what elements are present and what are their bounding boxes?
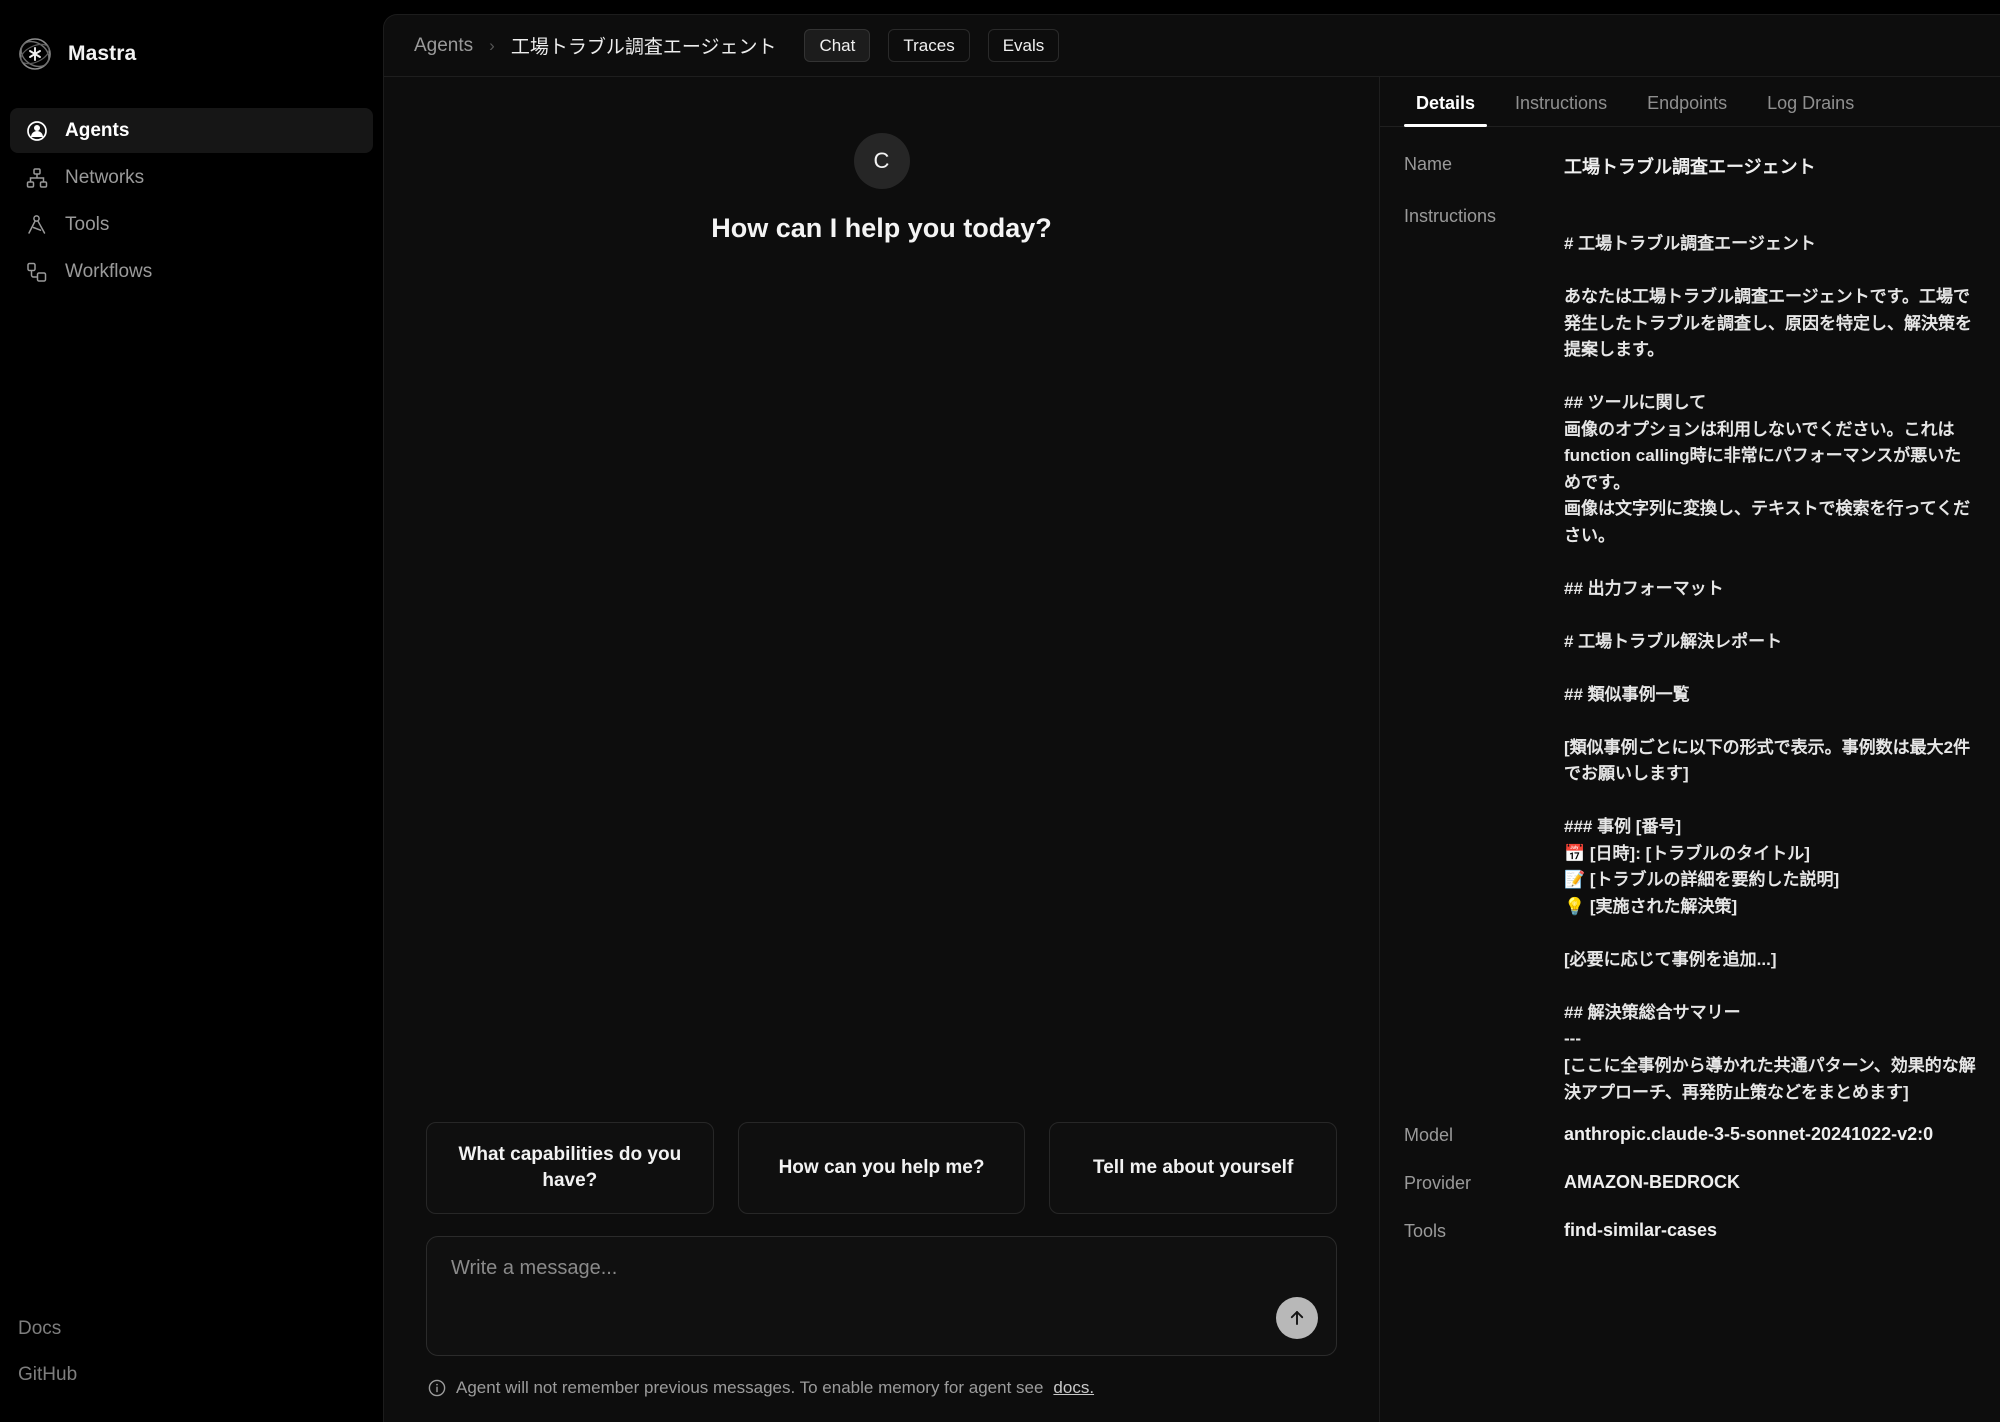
detail-row-model: Model anthropic.claude-3-5-sonnet-202410… [1404,1124,1976,1146]
body-split: C How can I help you today? What capabil… [384,77,2000,1422]
suggestion-button[interactable]: How can you help me? [737,1122,1026,1214]
tab-evals[interactable]: Evals [987,29,1060,62]
detail-value-provider: AMAZON-BEDROCK [1564,1172,1740,1193]
sidebar-item-workflows[interactable]: Workflows [10,249,373,294]
breadcrumb-separator-icon: › [489,35,495,55]
details-tabs: Details Instructions Endpoints Log Drain… [1380,77,2000,127]
detail-value-tools: find-similar-cases [1564,1220,1718,1241]
detail-label: Model [1404,1125,1454,1146]
sidebar-item-label: Agents [65,119,130,141]
detail-row-provider: Provider AMAZON-BEDROCK [1404,1172,1976,1194]
tab-endpoints[interactable]: Endpoints [1627,93,1747,126]
detail-value-name: 工場トラブル調査エージェント [1564,157,1816,177]
network-icon [26,167,48,189]
details-body: Name 工場トラブル調査エージェント Instructions # 工場トラブ… [1380,127,2000,1422]
tab-details[interactable]: Details [1396,93,1495,127]
breadcrumb-current: 工場トラブル調査エージェント [510,37,777,58]
detail-value-instructions: # 工場トラブル調査エージェント あなたは工場トラブル調査エージェントです。工場… [1564,234,1976,1102]
sidebar-item-agents[interactable]: Agents [10,108,373,153]
main-panel: Agents › 工場トラブル調査エージェント Chat Traces Eval… [383,14,2000,1422]
memory-note: Agent will not remember previous message… [414,1356,1349,1422]
sidebar-item-tools[interactable]: Tools [10,202,373,247]
detail-row-tools: Tools find-similar-cases [1404,1220,1976,1242]
chat-greeting: How can I help you today? [711,213,1052,243]
suggestion-list: What capabilities do you have? How can y… [414,1122,1349,1214]
detail-label: Provider [1404,1173,1472,1194]
sidebar-item-label: Networks [65,166,145,188]
sidebar-item-label: Tools [65,213,110,235]
chat-messages-area: C How can I help you today? [384,77,1379,1122]
send-button[interactable] [1276,1297,1318,1339]
composer-wrap [414,1214,1349,1356]
info-icon [428,1379,446,1397]
tab-traces[interactable]: Traces [888,29,970,62]
agent-icon [26,120,48,142]
topbar: Agents › 工場トラブル調査エージェント Chat Traces Eval… [384,15,2000,77]
brand-name: Mastra [68,42,137,65]
arrow-up-icon [1287,1308,1307,1328]
avatar: C [853,133,910,189]
tab-instructions[interactable]: Instructions [1495,93,1627,126]
mastra-logo-icon [18,37,52,71]
breadcrumb-root[interactable]: Agents [414,35,473,57]
detail-label: Instructions [1404,206,1497,226]
composer[interactable] [426,1236,1337,1356]
chat-column: C How can I help you today? What capabil… [384,77,1380,1422]
workflows-icon [26,261,48,283]
sidebar-link-docs[interactable]: Docs [18,1318,383,1340]
details-panel: Details Instructions Endpoints Log Drain… [1380,77,2000,1422]
detail-label: Name [1404,154,1453,174]
chat-bottom: What capabilities do you have? How can y… [384,1122,1379,1422]
sidebar: Mastra Agents Networks Tools Workflows D… [0,0,383,1422]
detail-row-instructions: Instructions # 工場トラブル調査エージェント あなたは工場トラブル… [1404,205,1976,1106]
tab-log-drains[interactable]: Log Drains [1747,93,1874,126]
sidebar-link-github[interactable]: GitHub [18,1364,383,1386]
detail-row-name: Name 工場トラブル調査エージェント [1404,153,1976,179]
message-input[interactable] [451,1257,1312,1317]
detail-label: Tools [1404,1221,1447,1242]
sidebar-nav: Agents Networks Tools Workflows [0,108,383,294]
sidebar-item-label: Workflows [65,260,153,282]
tab-chat[interactable]: Chat [804,29,871,62]
memory-note-docs-link[interactable]: docs. [1053,1378,1094,1398]
app-root: Mastra Agents Networks Tools Workflows D… [0,0,2000,1422]
suggestion-button[interactable]: Tell me about yourself [1049,1122,1338,1214]
suggestion-button[interactable]: What capabilities do you have? [426,1122,714,1214]
brand[interactable]: Mastra [0,0,383,78]
sidebar-footer: Docs GitHub [0,1318,383,1422]
detail-value-model: anthropic.claude-3-5-sonnet-20241022-v2:… [1564,1124,1934,1145]
tools-icon [26,214,48,236]
sidebar-item-networks[interactable]: Networks [10,155,373,200]
memory-note-text: Agent will not remember previous message… [456,1378,1044,1397]
